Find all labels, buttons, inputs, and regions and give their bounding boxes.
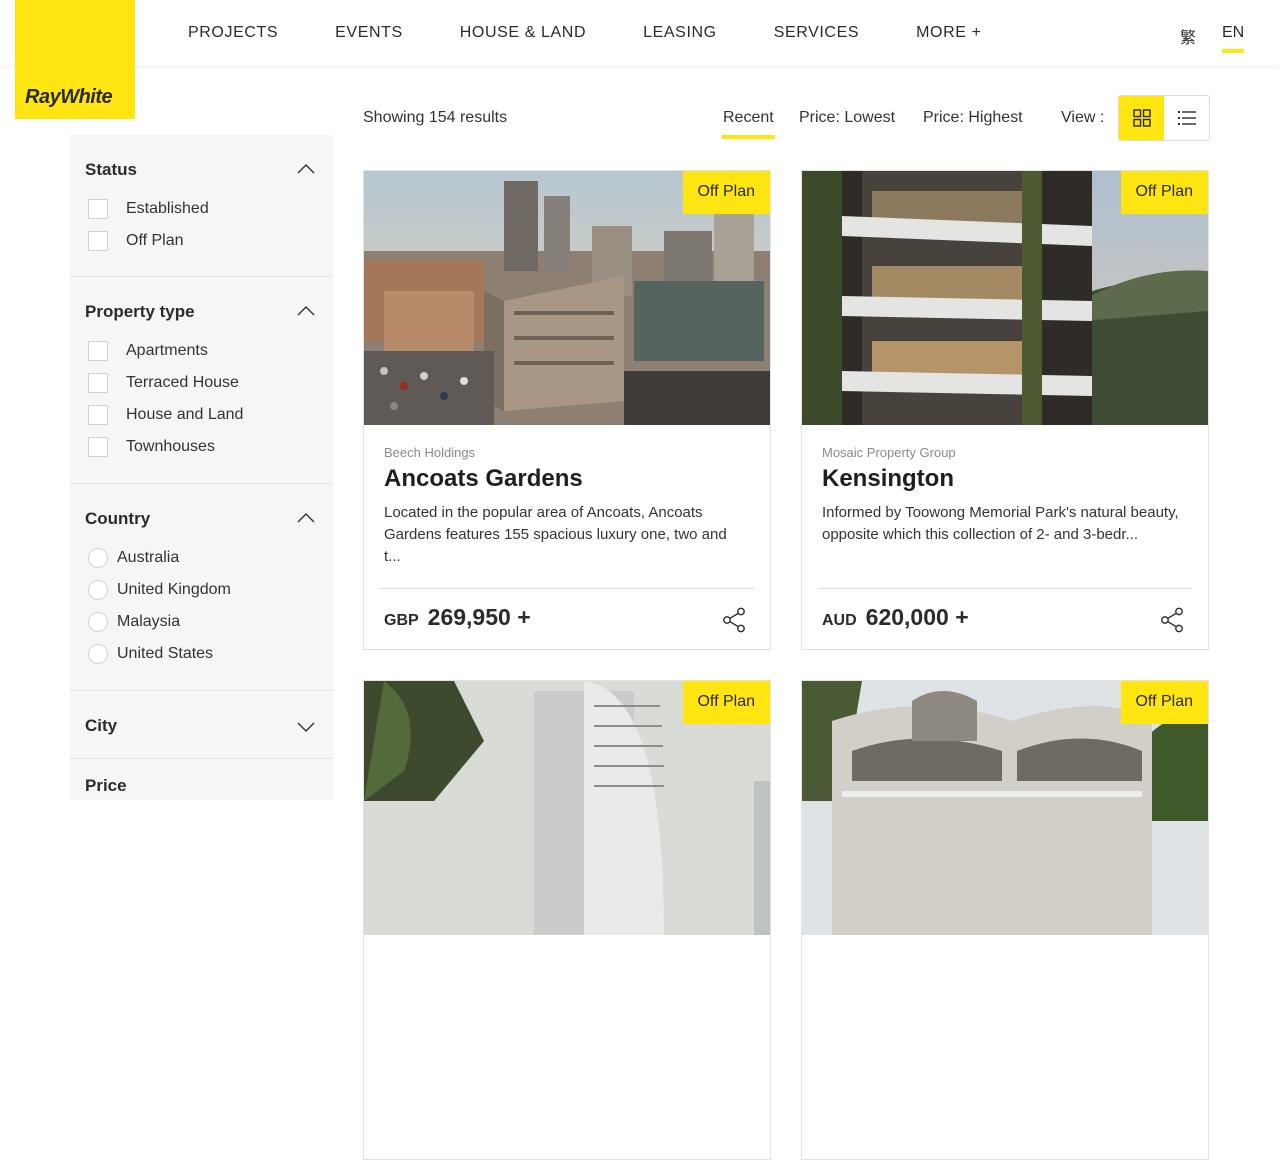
filter-section-status: Status Established Off Plan: [70, 135, 333, 277]
radio-button[interactable]: [88, 548, 108, 568]
language-english[interactable]: EN: [1222, 24, 1245, 53]
nav-more[interactable]: MORE +: [916, 24, 981, 42]
filter-option-label: House and Land: [126, 406, 244, 423]
list-view-icon: [1177, 111, 1196, 125]
filter-option-label: United Kingdom: [117, 581, 231, 598]
radio-button[interactable]: [88, 580, 108, 600]
price-amount: 269,950 +: [427, 604, 531, 630]
status-badge: Off Plan: [683, 681, 770, 724]
checkbox[interactable]: [88, 437, 108, 457]
filter-section-country: Country Australia United Kingdom Malaysi…: [70, 484, 333, 691]
price-currency: AUD: [822, 612, 857, 629]
filter-title-property-type: Property type: [85, 302, 195, 321]
filter-option-australia[interactable]: Australia: [88, 546, 179, 570]
property-price: AUD 620,000 +: [822, 604, 969, 631]
filter-option-off-plan[interactable]: Off Plan: [88, 229, 184, 253]
radio-button[interactable]: [88, 612, 108, 632]
filter-option-label: Malaysia: [117, 613, 181, 630]
checkbox[interactable]: [88, 341, 108, 361]
filter-title-city: City: [85, 716, 118, 735]
filter-option-united-states[interactable]: United States: [88, 642, 213, 666]
results-count: Showing 154 results: [363, 109, 508, 126]
filter-option-apartments[interactable]: Apartments: [88, 339, 208, 363]
filter-sidebar: Status Established Off Plan Property typ…: [70, 135, 333, 800]
chevron-down-icon[interactable]: [296, 721, 316, 733]
filter-option-label: Established: [126, 200, 209, 217]
chevron-up-icon[interactable]: [296, 305, 316, 317]
property-title[interactable]: Ancoats Gardens: [384, 465, 583, 493]
filter-section-price[interactable]: Price: [70, 759, 333, 819]
property-card[interactable]: Off Plan Beech Holdings Ancoats Gardens …: [363, 170, 771, 650]
sort-recent[interactable]: Recent: [722, 109, 775, 139]
developer-name: Beech Holdings: [384, 445, 476, 460]
property-card[interactable]: Off Plan: [801, 680, 1209, 1160]
filter-title-status: Status: [85, 160, 137, 179]
logo-wordmark: RayWhite: [25, 86, 113, 108]
checkbox[interactable]: [88, 231, 108, 251]
checkbox[interactable]: [88, 199, 108, 219]
share-icon[interactable]: [1160, 607, 1184, 633]
nav-leasing[interactable]: LEASING: [643, 24, 717, 42]
nav-house-and-land[interactable]: HOUSE & LAND: [460, 24, 586, 42]
price-amount: 620,000 +: [865, 604, 969, 630]
filter-option-label: United States: [117, 645, 214, 662]
property-description: Located in the popular area of Ancoats, …: [384, 504, 727, 565]
status-badge: Off Plan: [1121, 681, 1208, 724]
chevron-up-icon[interactable]: [296, 163, 316, 175]
filter-option-label: Australia: [117, 549, 180, 566]
property-price: GBP 269,950 +: [384, 604, 531, 631]
property-title[interactable]: Kensington: [822, 465, 954, 493]
chevron-up-icon[interactable]: [296, 512, 316, 524]
radio-button[interactable]: [88, 644, 108, 664]
share-icon[interactable]: [722, 607, 746, 633]
list-view-button[interactable]: [1164, 96, 1209, 140]
nav-events[interactable]: EVENTS: [335, 24, 403, 42]
divider: [818, 588, 1192, 589]
checkbox[interactable]: [88, 405, 108, 425]
filter-option-terraced-house[interactable]: Terraced House: [88, 371, 239, 395]
filter-option-malaysia[interactable]: Malaysia: [88, 610, 180, 634]
language-traditional-chinese[interactable]: 繁: [1180, 24, 1196, 48]
filter-option-label: Off Plan: [126, 232, 184, 249]
filter-option-label: Apartments: [126, 342, 208, 359]
filter-title-price: Price: [85, 776, 127, 795]
status-badge: Off Plan: [683, 171, 770, 214]
price-currency: GBP: [384, 612, 419, 629]
divider: [380, 588, 754, 589]
filter-option-house-and-land[interactable]: House and Land: [88, 403, 243, 427]
filter-title-country: Country: [85, 509, 151, 528]
nav-services[interactable]: SERVICES: [774, 24, 859, 42]
top-navigation-bar: PROJECTS EVENTS HOUSE & LAND LEASING SER…: [0, 0, 1280, 65]
sort-price-lowest[interactable]: Price: Lowest: [799, 109, 895, 127]
filter-section-city[interactable]: City: [70, 691, 333, 759]
sort-price-highest[interactable]: Price: Highest: [923, 109, 1023, 127]
status-badge: Off Plan: [1121, 171, 1208, 214]
property-description: Informed by Toowong Memorial Park's natu…: [822, 504, 1179, 543]
filter-option-label: Townhouses: [126, 438, 215, 455]
view-toggle: [1118, 95, 1210, 141]
property-card[interactable]: Off Plan Mosaic Property Group Kensingto…: [801, 170, 1209, 650]
nav-projects[interactable]: PROJECTS: [188, 24, 278, 42]
grid-view-button[interactable]: [1119, 96, 1164, 140]
filter-option-label: Terraced House: [126, 374, 239, 391]
developer-name: Mosaic Property Group: [822, 445, 956, 460]
raywhite-logo[interactable]: RayWhite: [15, 0, 135, 119]
checkbox[interactable]: [88, 373, 108, 393]
view-label: View :: [1061, 109, 1105, 126]
filter-option-established[interactable]: Established: [88, 197, 209, 221]
grid-view-icon: [1132, 109, 1151, 127]
filter-option-townhouses[interactable]: Townhouses: [88, 435, 215, 459]
filter-section-property-type: Property type Apartments Terraced House …: [70, 277, 333, 484]
filter-option-united-kingdom[interactable]: United Kingdom: [88, 578, 231, 602]
property-card[interactable]: Off Plan: [363, 680, 771, 1160]
main-nav: PROJECTS EVENTS HOUSE & LAND LEASING SER…: [188, 24, 1039, 42]
